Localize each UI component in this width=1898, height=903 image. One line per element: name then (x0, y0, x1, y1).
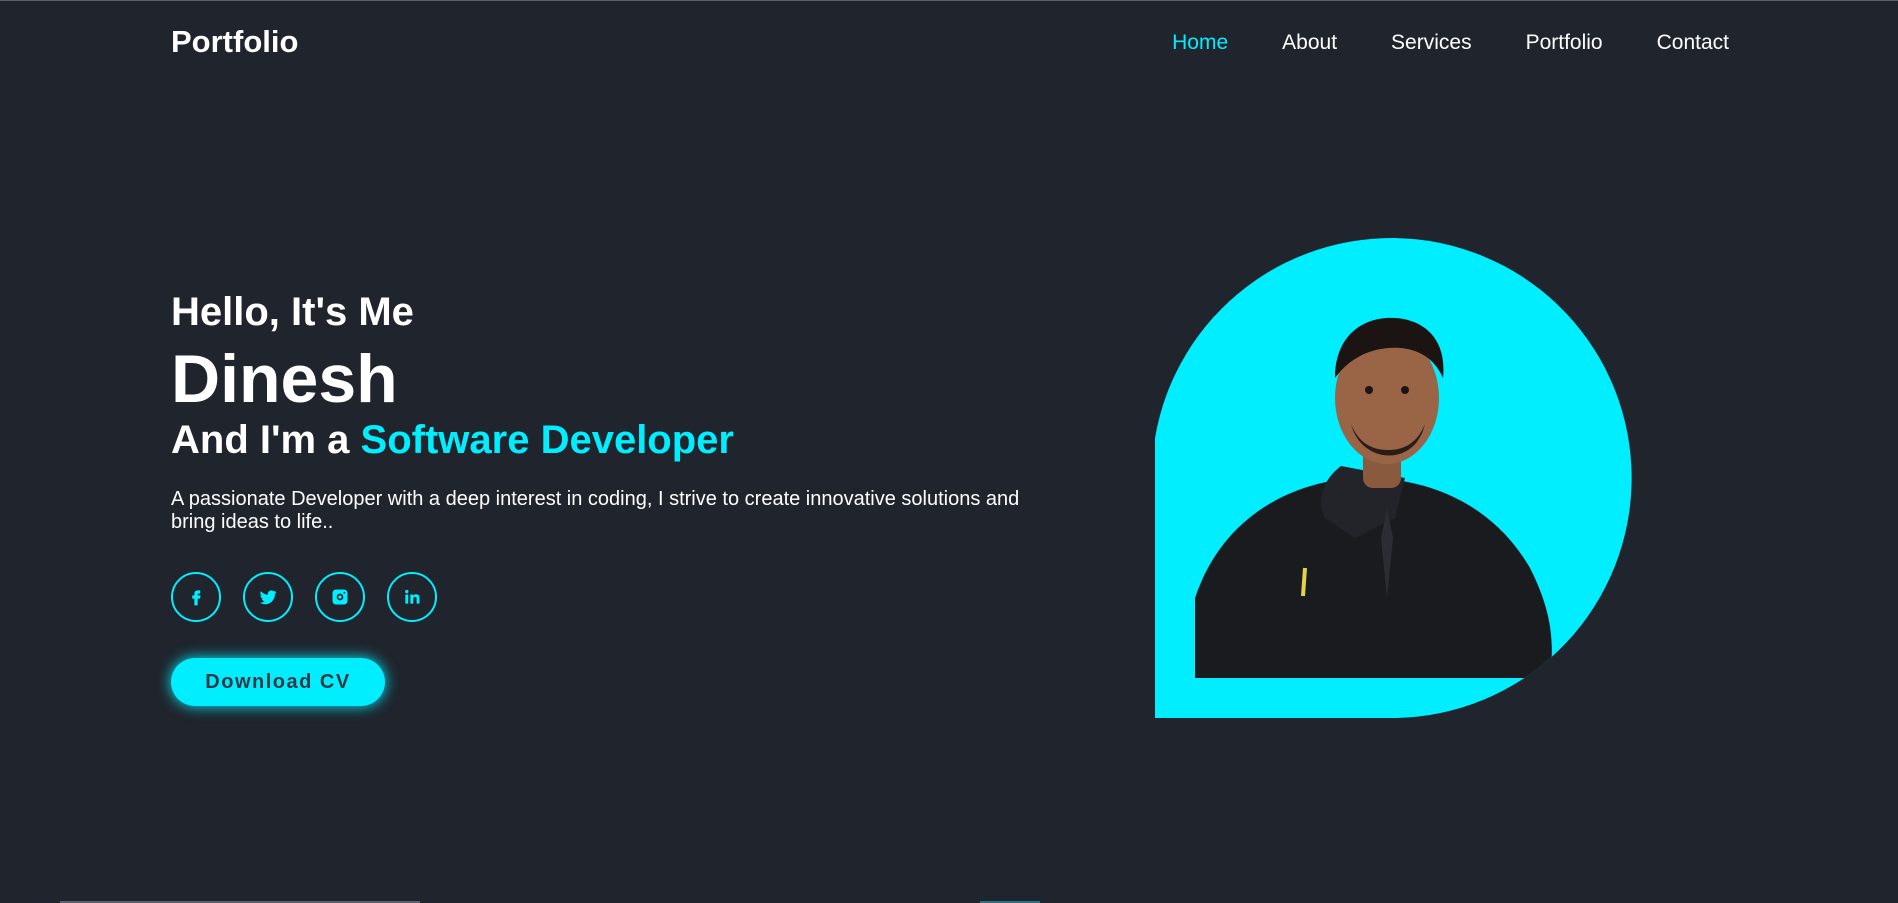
twitter-icon (258, 587, 278, 607)
linkedin-link[interactable] (387, 572, 437, 622)
facebook-icon (186, 587, 206, 607)
instagram-link[interactable] (315, 572, 365, 622)
social-links (171, 572, 1051, 622)
nav-services[interactable]: Services (1391, 31, 1472, 55)
download-cv-button[interactable]: Download CV (171, 658, 385, 706)
hero-section: Hello, It's Me Dinesh And I'm a Software… (171, 286, 1051, 706)
profile-image (1155, 238, 1635, 718)
nav-portfolio[interactable]: Portfolio (1526, 31, 1603, 55)
hero-name: Dinesh (171, 341, 398, 417)
twitter-link[interactable] (243, 572, 293, 622)
logo[interactable]: Portfolio (171, 24, 298, 60)
role-title: Software Developer (360, 418, 734, 462)
role-prefix: And I'm a (171, 418, 361, 462)
main-nav: Home About Services Portfolio Contact (1118, 31, 1729, 55)
facebook-link[interactable] (171, 572, 221, 622)
nav-home[interactable]: Home (1172, 31, 1228, 55)
nav-about[interactable]: About (1282, 31, 1337, 55)
hero-greeting: Hello, It's Me (171, 290, 414, 334)
nav-contact[interactable]: Contact (1657, 31, 1729, 55)
site-header: Portfolio Home About Services Portfolio … (0, 0, 1898, 86)
linkedin-icon (402, 587, 422, 607)
hero-description: A passionate Developer with a deep inter… (171, 488, 1020, 533)
profile-photo-illustration (1155, 238, 1632, 718)
instagram-icon (330, 587, 350, 607)
hero-role: And I'm a Software Developer (171, 416, 1051, 464)
